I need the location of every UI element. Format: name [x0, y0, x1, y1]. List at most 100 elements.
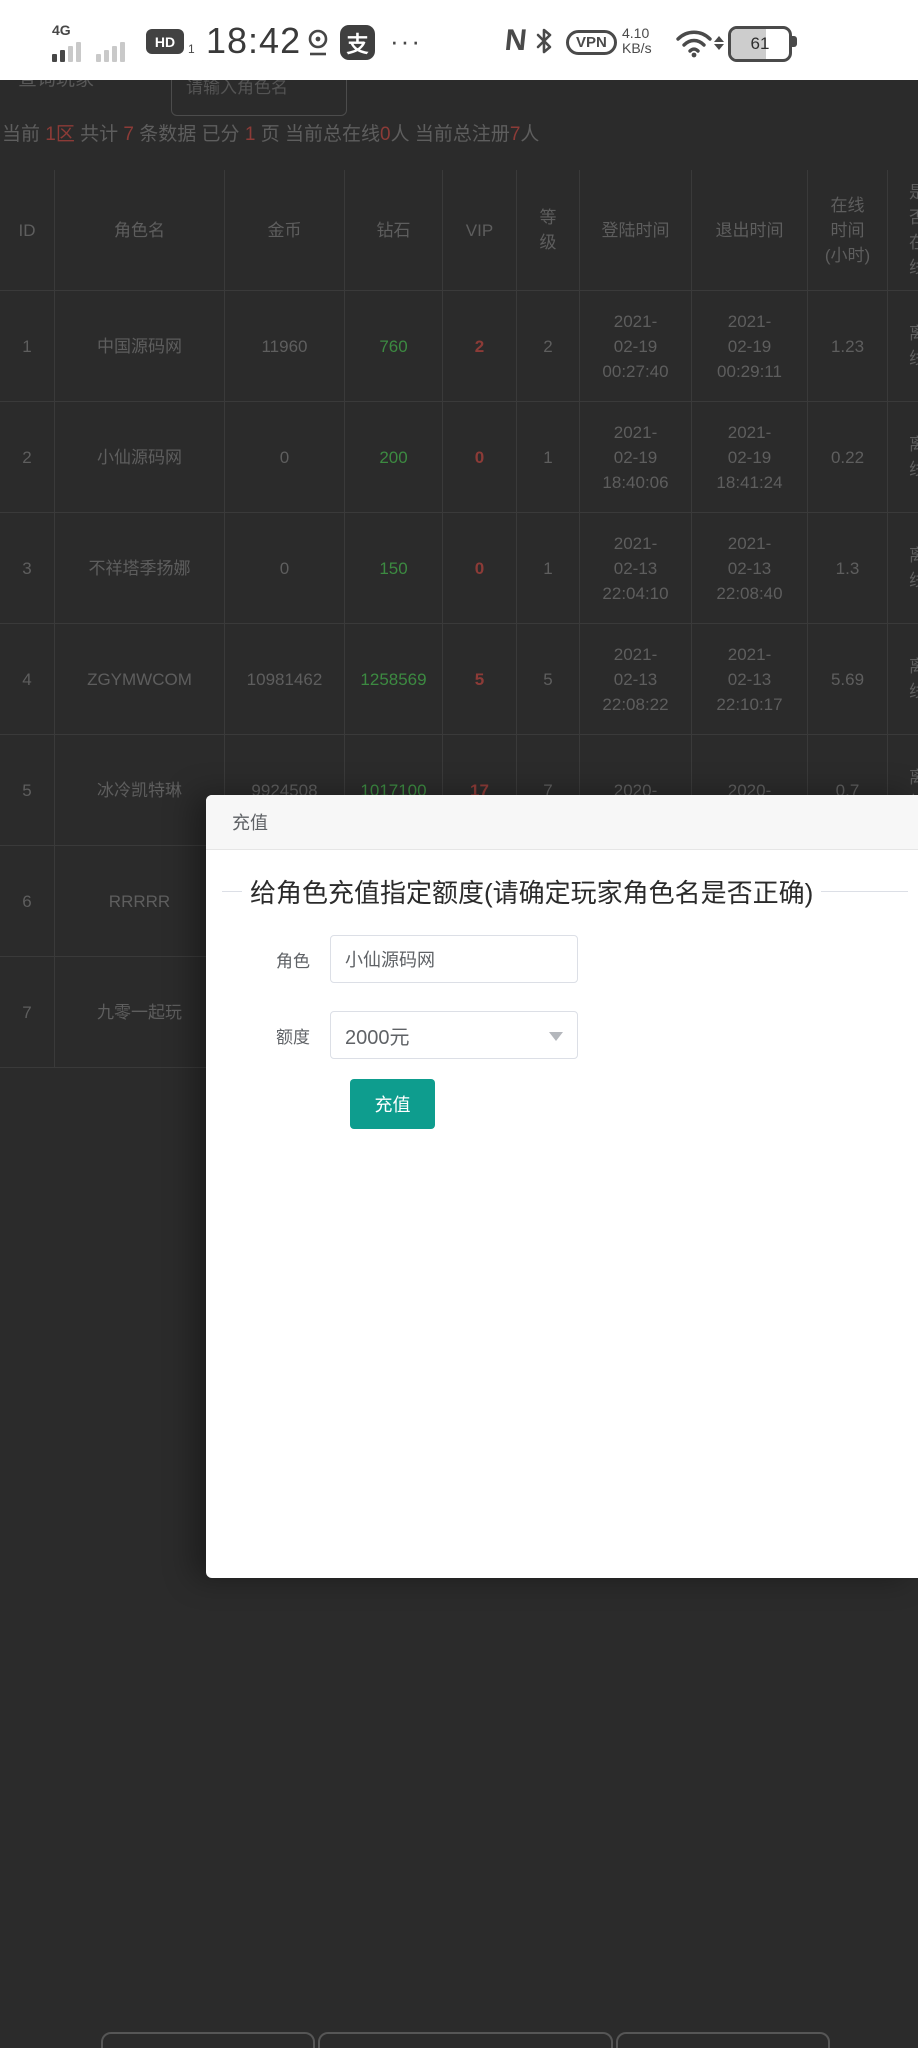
table-header-cell: 角色名 [55, 170, 225, 290]
table-header-cell: ID [0, 170, 55, 290]
status-bar: 4G HD 1 18:42 支 ··· N VPN 4.10 KB/s 61 [0, 0, 918, 80]
table-cell: 2021-02-1322:10:17 [692, 624, 808, 734]
stats-text: 人 [520, 124, 539, 145]
table-cell: 0 [443, 513, 517, 623]
amount-select-value: 2000元 [345, 1021, 410, 1050]
table-cell: 4 [0, 624, 55, 734]
table-cell: 2021-02-1322:08:22 [580, 624, 692, 734]
nfc-icon: N [503, 24, 528, 58]
stats-highlight: 0 [380, 124, 391, 145]
table-cell: 7 [0, 957, 55, 1067]
table-cell: 不祥塔季扬娜 [55, 513, 225, 623]
role-input[interactable]: 小仙源码网 [330, 935, 578, 983]
table-cell: 离线 [888, 291, 918, 401]
network-type-label: 4G [52, 22, 71, 38]
table-header-row: ID角色名金币钻石VIP等级登陆时间退出时间在线时间(小时)是否在线 [0, 170, 918, 291]
table-cell: RRRRR [55, 846, 225, 956]
table-cell: 11960 [225, 291, 345, 401]
battery-percent: 61 [751, 34, 770, 54]
search-placeholder: 请输入角色名 [186, 80, 288, 98]
search-label: 查询玩家 [18, 80, 94, 91]
data-activity-icon [714, 36, 724, 50]
table-row: 1中国源码网11960760222021-02-1900:27:402021-0… [0, 291, 918, 402]
table-cell: 0 [443, 402, 517, 512]
table-cell: 九零一起玩 [55, 957, 225, 1067]
table-cell: 离线 [888, 402, 918, 512]
table-header-cell: 是否在线 [888, 170, 918, 290]
divider-line [821, 891, 908, 892]
table-header-cell: 登陆时间 [580, 170, 692, 290]
speed-value: 4.10 [622, 25, 649, 41]
more-dots-icon: ··· [390, 26, 422, 57]
table-header-cell: 在线时间(小时) [808, 170, 888, 290]
table-cell: 3 [0, 513, 55, 623]
modal-header: 充值 [206, 795, 918, 850]
chevron-down-icon [549, 1032, 563, 1041]
amount-select[interactable]: 2000元 [330, 1011, 578, 1059]
table-header-cell: 等级 [517, 170, 580, 290]
pagination-button[interactable] [101, 2032, 315, 2048]
stats-highlight: 7 [123, 124, 134, 145]
location-icon [306, 28, 330, 63]
table-row: 2小仙源码网0200012021-02-1918:40:062021-02-19… [0, 402, 918, 513]
table-cell: 1 [0, 291, 55, 401]
table-cell: 小仙源码网 [55, 402, 225, 512]
amount-field-label: 额度 [206, 1023, 330, 1048]
table-cell: 200 [345, 402, 443, 512]
table-cell: 1258569 [345, 624, 443, 734]
battery-icon: 61 [728, 26, 792, 62]
table-cell: ZGYMWCOM [55, 624, 225, 734]
stats-highlight: 1区 [45, 124, 75, 145]
stats-text: 页 当前总在线 [255, 124, 380, 145]
table-cell: 2 [443, 291, 517, 401]
pagination-button[interactable] [616, 2032, 830, 2048]
table-cell: 1.23 [808, 291, 888, 401]
signal-strength-icon-sim1 [52, 42, 81, 62]
stats-text: 人 当前总注册 [391, 124, 510, 145]
speed-unit: KB/s [622, 40, 652, 56]
stats-highlight: 1 [245, 124, 256, 145]
modal-title-row: 给角色充值指定额度(请确定玩家角色名是否正确) [206, 871, 918, 911]
table-cell: 5.69 [808, 624, 888, 734]
table-cell: 2021-02-1322:08:40 [692, 513, 808, 623]
table-cell: 1 [517, 513, 580, 623]
table-cell: 2021-02-1918:41:24 [692, 402, 808, 512]
table-cell: 2021-02-1918:40:06 [580, 402, 692, 512]
table-header-cell: 退出时间 [692, 170, 808, 290]
hd-voice-icon: HD [146, 29, 184, 54]
divider-line [222, 891, 242, 892]
pagination-button[interactable] [318, 2032, 613, 2048]
table-cell: 2 [517, 291, 580, 401]
table-cell: 0 [225, 402, 345, 512]
table-cell: 5 [517, 624, 580, 734]
signal-strength-icon-sim2 [96, 42, 125, 62]
table-cell: 2021-02-1322:04:10 [580, 513, 692, 623]
table-cell: 离线 [888, 624, 918, 734]
stats-text: 条数据 已分 [134, 124, 245, 145]
table-cell: 0 [225, 513, 345, 623]
hd-sim-index: 1 [188, 42, 195, 56]
search-input[interactable]: 请输入角色名 [171, 80, 347, 116]
role-input-value: 小仙源码网 [345, 946, 435, 972]
recharge-submit-button[interactable]: 充值 [350, 1079, 435, 1129]
table-cell: 5 [443, 624, 517, 734]
battery-nub [792, 36, 797, 47]
clock-time: 18:42 [206, 20, 301, 62]
table-cell: 冰冷凯特琳 [55, 735, 225, 845]
table-cell: 0.22 [808, 402, 888, 512]
vpn-icon: VPN [566, 30, 617, 55]
table-cell: 150 [345, 513, 443, 623]
table-header-cell: 钻石 [345, 170, 443, 290]
stats-highlight: 7 [510, 124, 521, 145]
stats-text: 共计 [75, 124, 124, 145]
table-cell: 10981462 [225, 624, 345, 734]
network-speed: 4.10 KB/s [622, 26, 652, 56]
alipay-icon: 支 [340, 25, 375, 60]
table-cell: 5 [0, 735, 55, 845]
table-cell: 2021-02-1900:29:11 [692, 291, 808, 401]
modal-title: 给角色充值指定额度(请确定玩家角色名是否正确) [250, 873, 813, 910]
table-cell: 1 [517, 402, 580, 512]
bluetooth-icon [534, 26, 554, 61]
role-field-row: 角色 小仙源码网 [206, 935, 578, 983]
recharge-modal: 充值 给角色充值指定额度(请确定玩家角色名是否正确) 角色 小仙源码网 额度 2… [206, 795, 918, 1578]
